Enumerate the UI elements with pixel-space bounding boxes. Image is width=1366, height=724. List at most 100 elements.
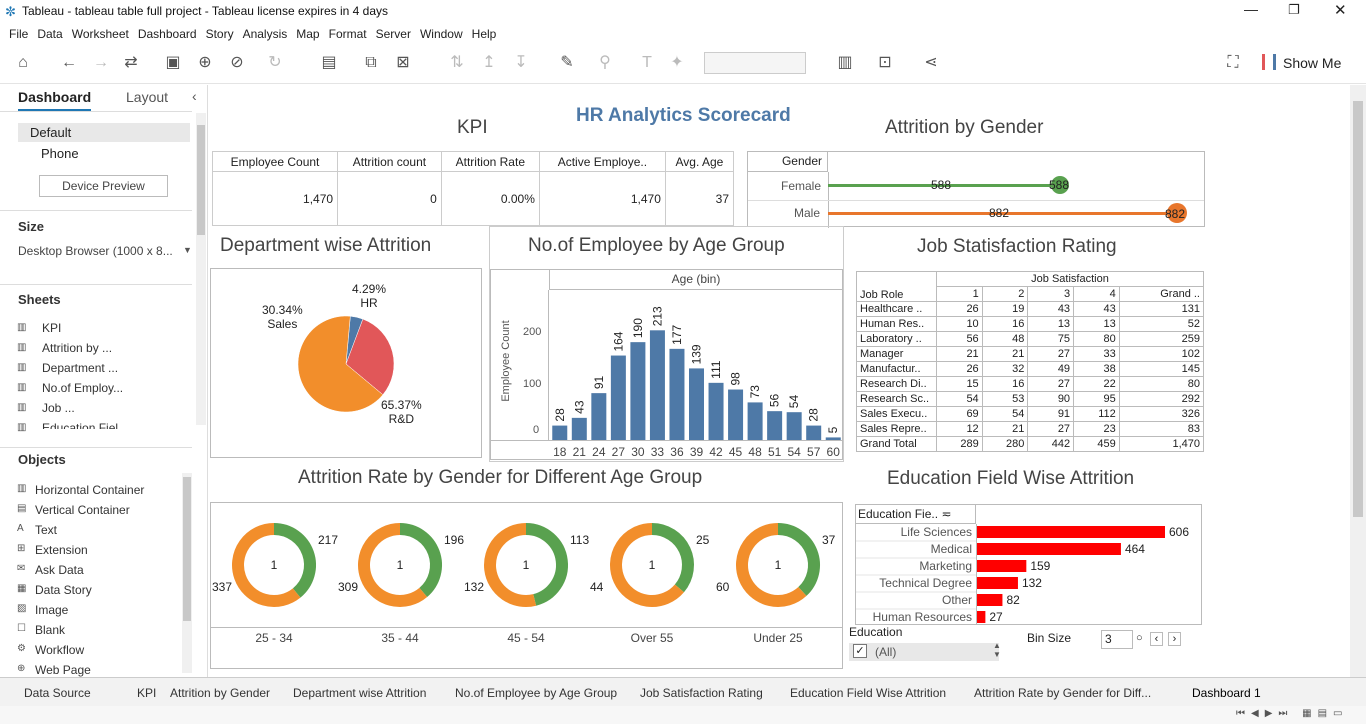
bin-prev-icon[interactable]: ‹ bbox=[1150, 632, 1163, 646]
edu-value-label: 27 bbox=[989, 610, 1003, 624]
show-me-button[interactable]: Show Me bbox=[1283, 55, 1341, 71]
close-icon[interactable]: ✕ bbox=[1334, 1, 1347, 19]
object-item[interactable]: Web Page bbox=[35, 663, 91, 677]
size-dropdown[interactable]: Desktop Browser (1000 x 8... bbox=[18, 244, 173, 258]
object-item[interactable]: Blank bbox=[35, 623, 65, 637]
edu-bar bbox=[977, 594, 1003, 606]
highlight-icon[interactable]: ✎ bbox=[556, 52, 578, 74]
save-icon[interactable]: ▣ bbox=[162, 52, 184, 74]
menu-item-8[interactable]: Server bbox=[376, 24, 411, 44]
restore-icon[interactable]: ❐ bbox=[1288, 2, 1300, 18]
sheet-tab[interactable]: Attrition by Gender bbox=[170, 686, 270, 700]
labels-icon[interactable]: T bbox=[636, 52, 658, 74]
bin-slider-icon[interactable]: ○ bbox=[1136, 632, 1143, 644]
object-item[interactable]: Image bbox=[35, 603, 68, 617]
new-worksheet-icon[interactable]: ▤ bbox=[318, 52, 340, 74]
age-bar bbox=[708, 382, 724, 440]
dashboard-scrollbar[interactable] bbox=[1350, 85, 1366, 677]
sheet-tab[interactable]: Attrition Rate by Gender for Diff... bbox=[974, 686, 1151, 700]
chevron-down-icon[interactable]: ▼ bbox=[183, 245, 192, 255]
menu-item-9[interactable]: Window bbox=[420, 24, 463, 44]
menu-item-10[interactable]: Help bbox=[472, 24, 497, 44]
sort-icon[interactable]: ≂ bbox=[941, 507, 951, 521]
sheet-tab[interactable]: No.of Employee by Age Group bbox=[455, 686, 617, 700]
menu-item-1[interactable]: Data bbox=[37, 24, 62, 44]
paint-format-icon[interactable]: ⛶ bbox=[1222, 52, 1244, 74]
device-default-label: Default bbox=[30, 125, 72, 140]
job-cell: 32 bbox=[981, 361, 1029, 377]
presentation-icon[interactable]: ▥ bbox=[834, 52, 856, 74]
bin-next-icon[interactable]: › bbox=[1168, 632, 1181, 646]
education-filter[interactable]: ✓ (All) ▲ ▼ bbox=[849, 641, 1001, 661]
fit-dropdown[interactable] bbox=[704, 52, 806, 74]
object-item[interactable]: Extension bbox=[35, 543, 88, 557]
checkbox-all[interactable]: ✓ bbox=[853, 644, 867, 658]
object-item[interactable]: Ask Data bbox=[35, 563, 84, 577]
menu-item-5[interactable]: Analysis bbox=[243, 24, 288, 44]
table-row: Human Res.. 10 16 13 13 52 bbox=[856, 316, 1205, 332]
donut-chart: 1 217 337 1 196 309 1 113 132 1 25 44 1 37 60 25 - 34 3… bbox=[210, 502, 843, 669]
collapse-pane-icon[interactable]: ‹ bbox=[192, 88, 197, 104]
sheet-icon: ▥ bbox=[17, 382, 27, 393]
job-cell: 16 bbox=[981, 376, 1029, 392]
pause-updates-icon[interactable]: ⊘ bbox=[226, 52, 248, 74]
group-icon[interactable]: ⚲ bbox=[594, 52, 616, 74]
clear-sheet-icon[interactable]: ⊠ bbox=[392, 52, 414, 74]
sheet-item[interactable]: Attrition by ... bbox=[42, 341, 112, 355]
object-item[interactable]: Horizontal Container bbox=[35, 483, 144, 497]
tab-layout[interactable]: Layout bbox=[126, 85, 168, 109]
sheet-tab[interactable]: Data Source bbox=[24, 686, 91, 700]
sheet-item[interactable]: Job ... bbox=[42, 401, 75, 415]
sheet-tab[interactable]: KPI bbox=[137, 686, 156, 700]
refresh-icon[interactable]: ↻ bbox=[264, 52, 286, 74]
sort-desc-icon[interactable]: ↧ bbox=[510, 52, 532, 74]
undo-icon[interactable]: ← bbox=[58, 52, 80, 74]
object-icon: ▤ bbox=[17, 503, 27, 514]
device-preview-button[interactable]: Device Preview bbox=[39, 175, 168, 197]
menu-item-3[interactable]: Dashboard bbox=[138, 24, 197, 44]
object-item[interactable]: Data Story bbox=[35, 583, 92, 597]
menu-item-2[interactable]: Worksheet bbox=[72, 24, 129, 44]
gender-male-label: Male bbox=[794, 206, 821, 220]
menu-item-6[interactable]: Map bbox=[296, 24, 319, 44]
job-role: Sales Repre.. bbox=[856, 421, 937, 437]
age-bar bbox=[689, 368, 704, 440]
share-icon[interactable]: ⋖ bbox=[920, 52, 942, 74]
object-item[interactable]: Text bbox=[35, 523, 57, 537]
home-icon[interactable]: ⌂ bbox=[12, 52, 34, 74]
menu-item-7[interactable]: Format bbox=[329, 24, 367, 44]
show-me-icon[interactable] bbox=[1262, 54, 1276, 70]
device-phone[interactable]: Phone bbox=[41, 146, 79, 161]
sheet-item[interactable]: No.of Employ... bbox=[42, 381, 123, 395]
device-default[interactable]: Default bbox=[18, 123, 190, 142]
swap-icon[interactable]: ⇅ bbox=[446, 52, 468, 74]
sheet-item[interactable]: Education Fiel... bbox=[42, 421, 128, 429]
sheets-scrollbar[interactable] bbox=[196, 113, 206, 425]
tab-dashboard[interactable]: Dashboard bbox=[18, 85, 92, 111]
bin-size-input[interactable]: 3 bbox=[1101, 630, 1133, 649]
sheet-item[interactable]: KPI bbox=[42, 321, 61, 335]
object-item[interactable]: Workflow bbox=[35, 643, 84, 657]
minimize-icon[interactable]: — bbox=[1244, 1, 1258, 17]
sheet-tab[interactable]: Dashboard 1 bbox=[1192, 686, 1261, 700]
menu-item-0[interactable]: File bbox=[9, 24, 28, 44]
sheet-tab[interactable]: Job Satisfaction Rating bbox=[640, 686, 763, 700]
sheet-item[interactable]: Department ... bbox=[42, 361, 118, 375]
donut-male-value: 337 bbox=[212, 580, 232, 594]
tab-nav-icons[interactable]: ⏮◀▶⏭ ▦▤▭ bbox=[1236, 708, 1349, 719]
object-item[interactable]: Vertical Container bbox=[35, 503, 130, 517]
pin-icon[interactable]: ✦ bbox=[666, 52, 688, 74]
redo-icon[interactable]: → bbox=[90, 52, 112, 74]
replace-data-icon[interactable]: ⇄ bbox=[120, 52, 142, 74]
sheet-tab[interactable]: Education Field Wise Attrition bbox=[790, 686, 946, 700]
sort-asc-icon[interactable]: ↥ bbox=[478, 52, 500, 74]
menu-item-4[interactable]: Story bbox=[206, 24, 234, 44]
job-title: Job Statisfaction Rating bbox=[917, 236, 1117, 257]
filter-spin-icon[interactable]: ▲ ▼ bbox=[993, 641, 1001, 659]
new-datasource-icon[interactable]: ⊕ bbox=[194, 52, 216, 74]
sheet-tab[interactable]: Department wise Attrition bbox=[293, 686, 426, 700]
duplicate-icon[interactable]: ⧉ bbox=[360, 52, 382, 74]
age-ylabel: Employee Count bbox=[500, 320, 512, 402]
present-mode-icon[interactable]: ⊡ bbox=[874, 52, 896, 74]
objects-scrollbar[interactable] bbox=[182, 473, 192, 673]
